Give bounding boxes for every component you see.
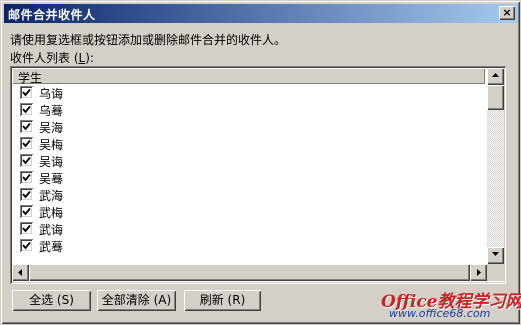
- scroll-up-button[interactable]: [487, 68, 504, 85]
- checkmark-icon: [22, 88, 31, 97]
- recipient-name: 武海: [39, 189, 64, 203]
- recipient-checkbox[interactable]: [20, 205, 33, 218]
- list-label-suffix: ):: [85, 51, 94, 65]
- column-header-student[interactable]: 学生: [12, 68, 485, 85]
- clear-all-button[interactable]: 全部清除 (A): [97, 290, 176, 311]
- recipient-checkbox[interactable]: [20, 222, 33, 235]
- checkmark-icon: [22, 139, 31, 148]
- recipient-row[interactable]: 吴梅: [12, 135, 485, 152]
- mail-merge-recipients-dialog: 邮件合并收件人 × 请使用复选框或按钮添加或删除邮件合并的收件人。 收件人列表 …: [0, 0, 521, 325]
- recipient-name: 吴诲: [39, 155, 64, 169]
- checkmark-icon: [22, 190, 31, 199]
- recipient-name: 乌诲: [39, 87, 64, 101]
- recipient-name: 武诲: [39, 223, 64, 237]
- close-button[interactable]: ×: [499, 6, 515, 20]
- recipient-checkbox[interactable]: [20, 239, 33, 252]
- arrow-up-icon: [492, 73, 499, 77]
- recipient-row[interactable]: 武梅: [12, 203, 485, 220]
- checkmark-icon: [22, 173, 31, 182]
- arrow-right-icon: [477, 269, 481, 276]
- arrow-down-icon: [492, 252, 499, 256]
- arrow-left-icon: [18, 269, 22, 276]
- recipient-row[interactable]: 乌蓦: [12, 101, 485, 118]
- recipient-name: 吴梅: [39, 138, 64, 152]
- recipient-checkbox[interactable]: [20, 86, 33, 99]
- horizontal-scroll-thumb[interactable]: [29, 264, 470, 281]
- recipient-row[interactable]: 武诲: [12, 220, 485, 237]
- checkmark-icon: [22, 207, 31, 216]
- recipient-list-label: 收件人列表 (L):: [10, 49, 94, 66]
- recipient-row[interactable]: 吴蓦: [12, 169, 485, 186]
- vertical-scrollbar[interactable]: [487, 68, 504, 264]
- recipient-name: 武梅: [39, 206, 64, 220]
- checkmark-icon: [22, 241, 31, 250]
- vertical-scroll-thumb[interactable]: [487, 85, 504, 110]
- site-watermark: Office教程学习网 www.office68.com: [381, 285, 521, 325]
- recipient-row[interactable]: 乌诲: [12, 84, 485, 101]
- checkmark-icon: [22, 156, 31, 165]
- recipient-row[interactable]: 吴诲: [12, 152, 485, 169]
- recipient-checkbox[interactable]: [20, 103, 33, 116]
- recipient-checkbox[interactable]: [20, 171, 33, 184]
- close-icon: ×: [502, 6, 512, 19]
- scroll-left-button[interactable]: [12, 264, 29, 281]
- recipient-checkbox[interactable]: [20, 120, 33, 133]
- recipient-name: 乌蓦: [39, 104, 64, 118]
- checkmark-icon: [22, 224, 31, 233]
- watermark-url: www.office68.com: [389, 307, 491, 320]
- recipient-checkbox[interactable]: [20, 188, 33, 201]
- horizontal-scrollbar[interactable]: [12, 264, 487, 281]
- recipient-name: 吴海: [39, 121, 64, 135]
- dialog-title: 邮件合并收件人: [8, 8, 96, 22]
- list-label-prefix: 收件人列表 (: [10, 51, 79, 65]
- recipient-row[interactable]: 吴海: [12, 118, 485, 135]
- recipient-rows: 乌诲乌蓦吴海吴梅吴诲吴蓦武海武梅武诲武蓦: [12, 84, 485, 254]
- instruction-text: 请使用复选框或按钮添加或删除邮件合并的收件人。: [10, 33, 287, 47]
- recipient-row[interactable]: 武蓦: [12, 237, 485, 254]
- scroll-right-button[interactable]: [470, 264, 487, 281]
- refresh-button[interactable]: 刷新 (R): [184, 290, 261, 311]
- recipient-name: 武蓦: [39, 240, 64, 254]
- checkmark-icon: [22, 105, 31, 114]
- recipient-checkbox[interactable]: [20, 137, 33, 150]
- recipient-row[interactable]: 武海: [12, 186, 485, 203]
- recipient-list[interactable]: 学生 乌诲乌蓦吴海吴梅吴诲吴蓦武海武梅武诲武蓦: [10, 66, 506, 284]
- scrollbar-corner: [487, 264, 504, 281]
- select-all-button[interactable]: 全选 (S): [12, 290, 91, 311]
- title-bar[interactable]: 邮件合并收件人 ×: [4, 4, 518, 23]
- recipient-checkbox[interactable]: [20, 154, 33, 167]
- scroll-down-button[interactable]: [487, 247, 504, 264]
- checkmark-icon: [22, 122, 31, 131]
- recipient-name: 吴蓦: [39, 172, 64, 186]
